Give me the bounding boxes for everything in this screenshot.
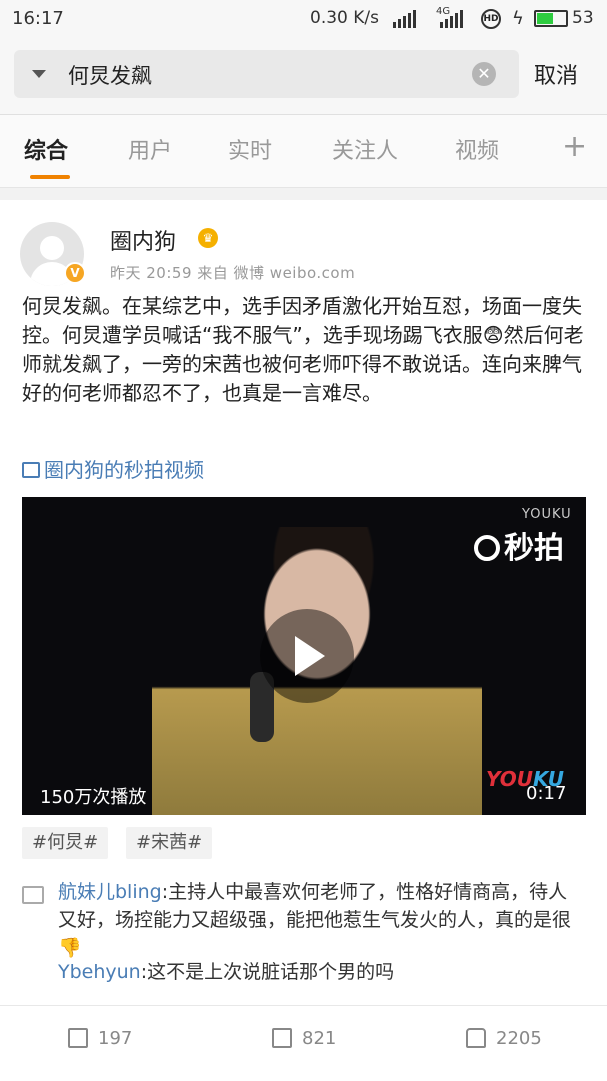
thumbs-up-icon	[466, 1028, 486, 1048]
topic-tag[interactable]: #何炅#	[22, 827, 109, 859]
video-duration: 0:17	[526, 783, 567, 804]
like-count: 2205	[496, 1028, 542, 1049]
network-speed: 0.30 K/s	[310, 8, 379, 28]
like-button[interactable]: 2205	[466, 1028, 542, 1049]
tab-users[interactable]: 用户	[128, 133, 172, 165]
post-username[interactable]: 圈内狗	[110, 224, 176, 256]
search-input[interactable]: 何炅发飙	[68, 60, 152, 90]
comment-preview[interactable]: 航妹儿bling:主持人中最喜欢何老师了，性格好情商高，待人又好，场控能力又超级…	[58, 878, 578, 962]
comment-user[interactable]: Ybehyun	[58, 961, 141, 983]
tab-videos[interactable]: 视频	[455, 133, 499, 165]
tab-comprehensive[interactable]: 综合	[24, 133, 68, 165]
member-crown-icon: ♛	[198, 228, 218, 248]
add-tab-icon[interactable]: +	[562, 129, 587, 164]
comment-button[interactable]: 821	[272, 1028, 336, 1049]
youku-watermark-top: YOUKU	[522, 507, 572, 522]
play-button[interactable]	[260, 609, 354, 703]
topic-tag[interactable]: #宋茜#	[126, 827, 213, 859]
video-link-label: 圈内狗的秒拍视频	[44, 458, 204, 482]
post-meta: 昨天 20:59 来自 微博 weibo.com	[110, 264, 356, 282]
avatar-head-shape	[40, 236, 64, 260]
hd-icon: HD	[481, 9, 501, 29]
status-bar: 16:17 0.30 K/s 4G HD ϟ 53	[0, 0, 607, 40]
status-time: 16:17	[12, 8, 64, 29]
tab-realtime[interactable]: 实时	[228, 133, 272, 165]
comment-preview-icon	[22, 886, 44, 904]
miaopai-logo-icon	[474, 535, 500, 561]
video-camera-icon	[22, 462, 40, 478]
play-icon	[295, 636, 325, 676]
signal-4g-icon	[440, 10, 463, 28]
search-type-dropdown-icon[interactable]	[32, 70, 46, 78]
verified-badge-icon: V	[64, 262, 86, 284]
video-link[interactable]: 圈内狗的秒拍视频	[22, 454, 204, 483]
miaopai-watermark: 秒拍	[474, 523, 564, 567]
comment-user[interactable]: 航妹儿bling	[58, 881, 162, 903]
comment-count: 821	[302, 1028, 337, 1049]
active-tab-indicator	[30, 175, 70, 179]
video-player[interactable]: YOUKU 秒拍 YOUKU 150万次播放 0:17	[22, 497, 586, 815]
signal-icon	[393, 10, 416, 28]
search-tabs: 综合 用户 实时 关注人 视频 +	[0, 115, 607, 188]
battery-level: 53	[572, 8, 594, 28]
search-box[interactable]: 何炅发飙 ✕	[14, 50, 519, 98]
repost-count: 197	[98, 1028, 133, 1049]
repost-icon	[68, 1028, 88, 1048]
comment-text: :这不是上次说脏话那个男的吗	[140, 961, 395, 983]
clear-search-icon[interactable]: ✕	[472, 62, 496, 86]
play-count: 150万次播放	[40, 787, 147, 808]
search-bar: 何炅发飙 ✕ 取消	[0, 40, 607, 115]
charging-icon: ϟ	[512, 8, 524, 29]
repost-button[interactable]: 197	[68, 1028, 132, 1049]
post-content: 何炅发飙。在某综艺中，选手因矛盾激化开始互怼，场面一度失控。何炅遭学员喊话“我不…	[22, 294, 584, 405]
post-card[interactable]: V 圈内狗 ♛ 昨天 20:59 来自 微博 weibo.com 何炅发飙。在某…	[0, 200, 607, 1005]
cancel-button[interactable]: 取消	[534, 58, 578, 90]
battery-icon	[534, 10, 568, 27]
tab-following[interactable]: 关注人	[332, 133, 398, 165]
comment-preview[interactable]: Ybehyun:这不是上次说脏话那个男的吗	[58, 958, 578, 986]
comment-icon	[272, 1028, 292, 1048]
post-action-bar: 197 821 2205	[0, 1005, 607, 1081]
